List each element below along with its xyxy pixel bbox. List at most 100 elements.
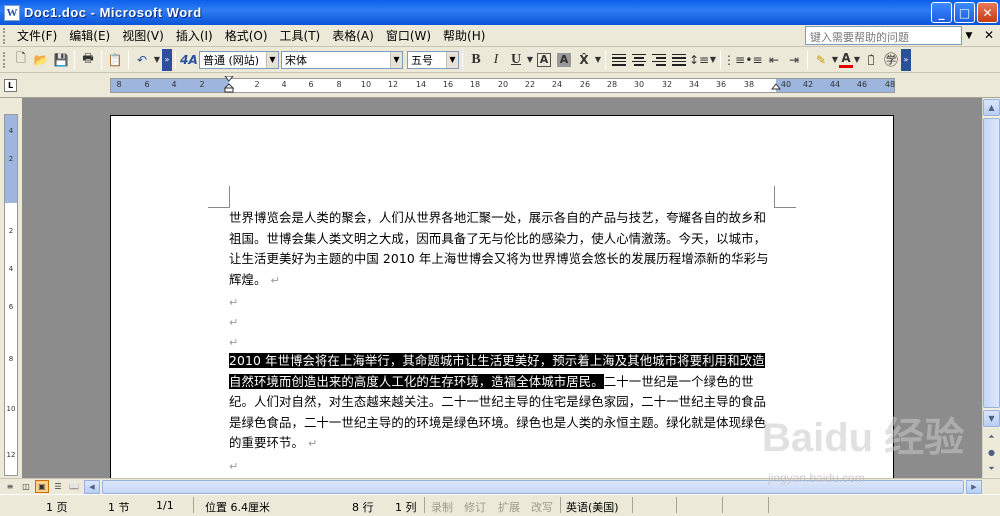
bold-button[interactable]: B	[466, 50, 486, 70]
menu-table[interactable]: 表格(A)	[326, 25, 380, 46]
vertical-scrollbar[interactable]: ▲ ▼ ⏶ ● ⏷	[982, 98, 1000, 478]
ruler-label: 20	[497, 80, 509, 89]
status-separator	[676, 497, 677, 513]
italic-button[interactable]: I	[486, 50, 506, 70]
paragraph-1[interactable]: 世界博览会是人类的聚会，人们从世界各地汇聚一处，展示各自的产品与技艺，夸耀各自的…	[229, 208, 777, 291]
bullets-icon[interactable]: •≡	[744, 50, 764, 70]
decrease-indent-icon[interactable]: ⇤	[764, 50, 784, 70]
numbering-icon[interactable]: ⋮≡	[723, 50, 745, 70]
toolbar-options-icon[interactable]: »	[162, 48, 172, 71]
paragraph-mark: ↵	[229, 316, 239, 329]
normal-view-icon[interactable]: ≡	[3, 480, 17, 493]
previous-page-icon[interactable]: ⏶	[983, 428, 1000, 445]
highlight-dropdown-icon[interactable]: ▼	[831, 50, 839, 70]
web-layout-view-icon[interactable]: ◫	[19, 480, 33, 493]
document-close-icon[interactable]: ✕	[984, 28, 994, 42]
help-dropdown-arrow-icon[interactable]: ▼	[962, 26, 976, 45]
enclose-characters-icon[interactable]: ㊫	[881, 50, 901, 70]
new-document-icon[interactable]: 🗋	[11, 50, 31, 70]
ruler-label: 46	[856, 80, 868, 89]
toolbar-grip-handle[interactable]	[3, 51, 7, 68]
status-track-changes[interactable]: 修订	[464, 499, 486, 515]
right-indent-marker[interactable]	[771, 76, 781, 93]
vruler-label: 2	[8, 155, 14, 163]
menu-insert[interactable]: 插入(I)	[170, 25, 219, 46]
reading-layout-view-icon[interactable]: 📖	[67, 480, 81, 493]
print-layout-view-icon[interactable]: ▣	[35, 480, 49, 493]
char-scaling-icon[interactable]: X̂	[574, 50, 594, 70]
distributed-align-icon[interactable]	[669, 50, 689, 70]
phonetic-guide-icon[interactable]: 文̂	[861, 50, 881, 70]
left-indent-marker[interactable]	[224, 76, 234, 93]
font-color-icon[interactable]: A	[839, 51, 853, 68]
next-page-icon[interactable]: ⏷	[983, 460, 1000, 477]
font-color-dropdown-icon[interactable]: ▼	[853, 50, 861, 70]
font-size-select[interactable]: 五号 ▼	[407, 50, 459, 69]
outline-view-icon[interactable]: ☰	[51, 480, 65, 493]
styles-pane-icon[interactable]: 4A	[179, 50, 199, 70]
char-scaling-dropdown-icon[interactable]: ▼	[594, 50, 602, 70]
menu-help[interactable]: 帮助(H)	[437, 25, 491, 46]
vertical-scroll-thumb[interactable]	[983, 118, 1000, 408]
paragraph-2[interactable]: 2010 年世博会将在上海举行，其命题城市让生活更美好，预示着上海及其他城市将要…	[229, 351, 777, 455]
undo-dropdown-icon[interactable]: ▼	[152, 50, 162, 70]
char-border-icon: A	[537, 52, 551, 67]
underline-dropdown-icon[interactable]: ▼	[526, 50, 534, 70]
menu-edit[interactable]: 编辑(E)	[63, 25, 116, 46]
print-icon[interactable]: 🖶	[78, 50, 98, 70]
empty-paragraph[interactable]: ↵	[229, 292, 777, 314]
open-folder-icon[interactable]: 📂	[31, 50, 51, 70]
menu-file[interactable]: 文件(F)	[11, 25, 63, 46]
increase-indent-icon[interactable]: ⇥	[784, 50, 804, 70]
menu-format[interactable]: 格式(O)	[219, 25, 274, 46]
scroll-left-icon[interactable]: ◀	[84, 480, 100, 494]
style-select[interactable]: 普通 (网站) ▼	[199, 50, 279, 69]
status-overtype[interactable]: 改写	[531, 499, 553, 515]
document-page[interactable]: 世界博览会是人类的聚会，人们从世界各地汇聚一处，展示各自的产品与技艺，夸耀各自的…	[110, 115, 894, 478]
toolbar-separator	[462, 50, 463, 69]
status-language[interactable]: 英语(美国)	[566, 499, 619, 515]
minimize-button[interactable]: _	[931, 2, 952, 23]
status-record[interactable]: 录制	[431, 499, 453, 515]
vertical-ruler[interactable]: 4 2 2 4 6 8 10 12	[4, 114, 18, 476]
save-icon[interactable]: 💾	[51, 50, 71, 70]
scroll-down-icon[interactable]: ▼	[983, 410, 1000, 427]
font-dropdown-icon[interactable]: ▼	[390, 51, 402, 68]
char-shading-button[interactable]: A	[554, 50, 574, 70]
maximize-button[interactable]: □	[954, 2, 975, 23]
scroll-up-icon[interactable]: ▲	[983, 99, 1000, 116]
word-app-icon[interactable]: W	[4, 4, 20, 21]
document-workspace[interactable]: 世界博览会是人类的聚会，人们从世界各地汇聚一处，展示各自的产品与技艺，夸耀各自的…	[22, 98, 982, 478]
font-select[interactable]: 宋体 ▼	[281, 50, 403, 69]
scroll-right-icon[interactable]: ▶	[966, 480, 982, 494]
font-size-dropdown-icon[interactable]: ▼	[446, 51, 458, 68]
menu-grip-handle[interactable]	[3, 27, 7, 44]
align-right-icon[interactable]	[649, 50, 669, 70]
empty-paragraph[interactable]: ↵	[229, 456, 777, 478]
align-justify-icon[interactable]	[609, 50, 629, 70]
char-border-button[interactable]: A	[534, 50, 554, 70]
empty-paragraph[interactable]: ↵	[229, 312, 777, 334]
highlight-icon[interactable]: ✎	[811, 50, 831, 70]
select-browse-object-icon[interactable]: ●	[983, 444, 1000, 461]
menu-view[interactable]: 视图(V)	[116, 25, 170, 46]
status-extend[interactable]: 扩展	[498, 499, 520, 515]
tab-selector-button[interactable]: L	[4, 79, 17, 92]
line-spacing-icon[interactable]: ↕≡	[689, 50, 709, 70]
undo-icon[interactable]: ↶	[132, 50, 152, 70]
toolbar-more-icon[interactable]: »	[901, 48, 911, 71]
paste-icon[interactable]: 📋	[105, 50, 125, 70]
style-dropdown-icon[interactable]: ▼	[266, 51, 278, 68]
font-size-value: 五号	[411, 53, 433, 67]
line-spacing-dropdown-icon[interactable]: ▼	[709, 50, 717, 70]
align-center-icon[interactable]	[629, 50, 649, 70]
menu-window[interactable]: 窗口(W)	[380, 25, 437, 46]
horizontal-scroll-thumb[interactable]	[102, 480, 964, 494]
horizontal-scrollbar[interactable]: ◀ ▶	[84, 480, 982, 494]
menu-tools[interactable]: 工具(T)	[274, 25, 327, 46]
help-search-input[interactable]: 键入需要帮助的问题	[805, 26, 962, 45]
ruler-label: 16	[442, 80, 454, 89]
underline-button[interactable]: U	[506, 50, 526, 70]
close-button[interactable]: ✕	[977, 2, 998, 23]
horizontal-ruler[interactable]: 8 6 4 2 2 4 6 8 10 12 14 16 18 20 22 24 …	[110, 76, 895, 93]
